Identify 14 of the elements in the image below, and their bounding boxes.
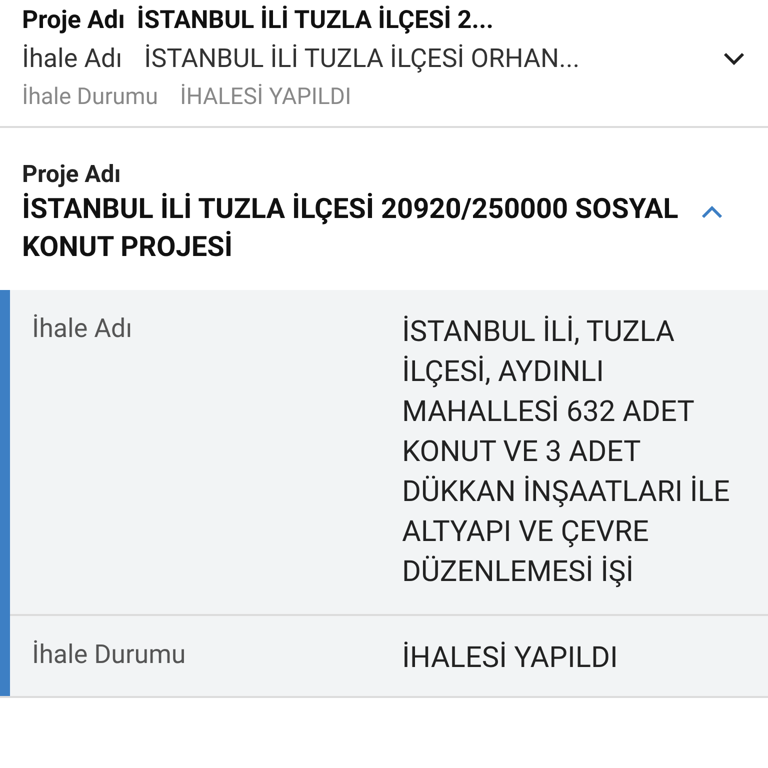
project-name: İSTANBUL İLİ TUZLA İLÇESİ 20920/250000 SOSYAL KONUT PROJESİ xyxy=(22,191,680,265)
field-label: İhale Durumu xyxy=(22,82,158,112)
field-label: İhale Adı xyxy=(22,43,122,76)
field-value: İHALESİ YAPILDI xyxy=(180,82,352,112)
field-label: İhale Adı xyxy=(32,313,134,346)
chevron-down-icon[interactable] xyxy=(722,51,746,67)
project-label: Proje Adı xyxy=(22,5,125,37)
chevron-up-icon[interactable] xyxy=(700,204,724,220)
field-value: İHALESİ YAPILDI xyxy=(402,640,619,677)
field-value: İSTANBUL İLİ, TUZLA İLÇESİ, AYDINLI MAHALLESİ 632 ADET KONUT VE 3 ADET DÜKKAN İNŞAATLARI İLE ALTYAPI VE ÇEVRE DÜZENLEMESİ İŞİ xyxy=(402,314,731,591)
field-value: İSTANBUL İLİ TUZLA İLÇESİ ORHAN... xyxy=(144,43,580,76)
project-name: İSTANBUL İLİ TUZLA İLÇESİ 2... xyxy=(136,4,494,37)
project-label: Proje Adı xyxy=(22,159,122,190)
field-label: İhale Durumu xyxy=(32,639,187,672)
